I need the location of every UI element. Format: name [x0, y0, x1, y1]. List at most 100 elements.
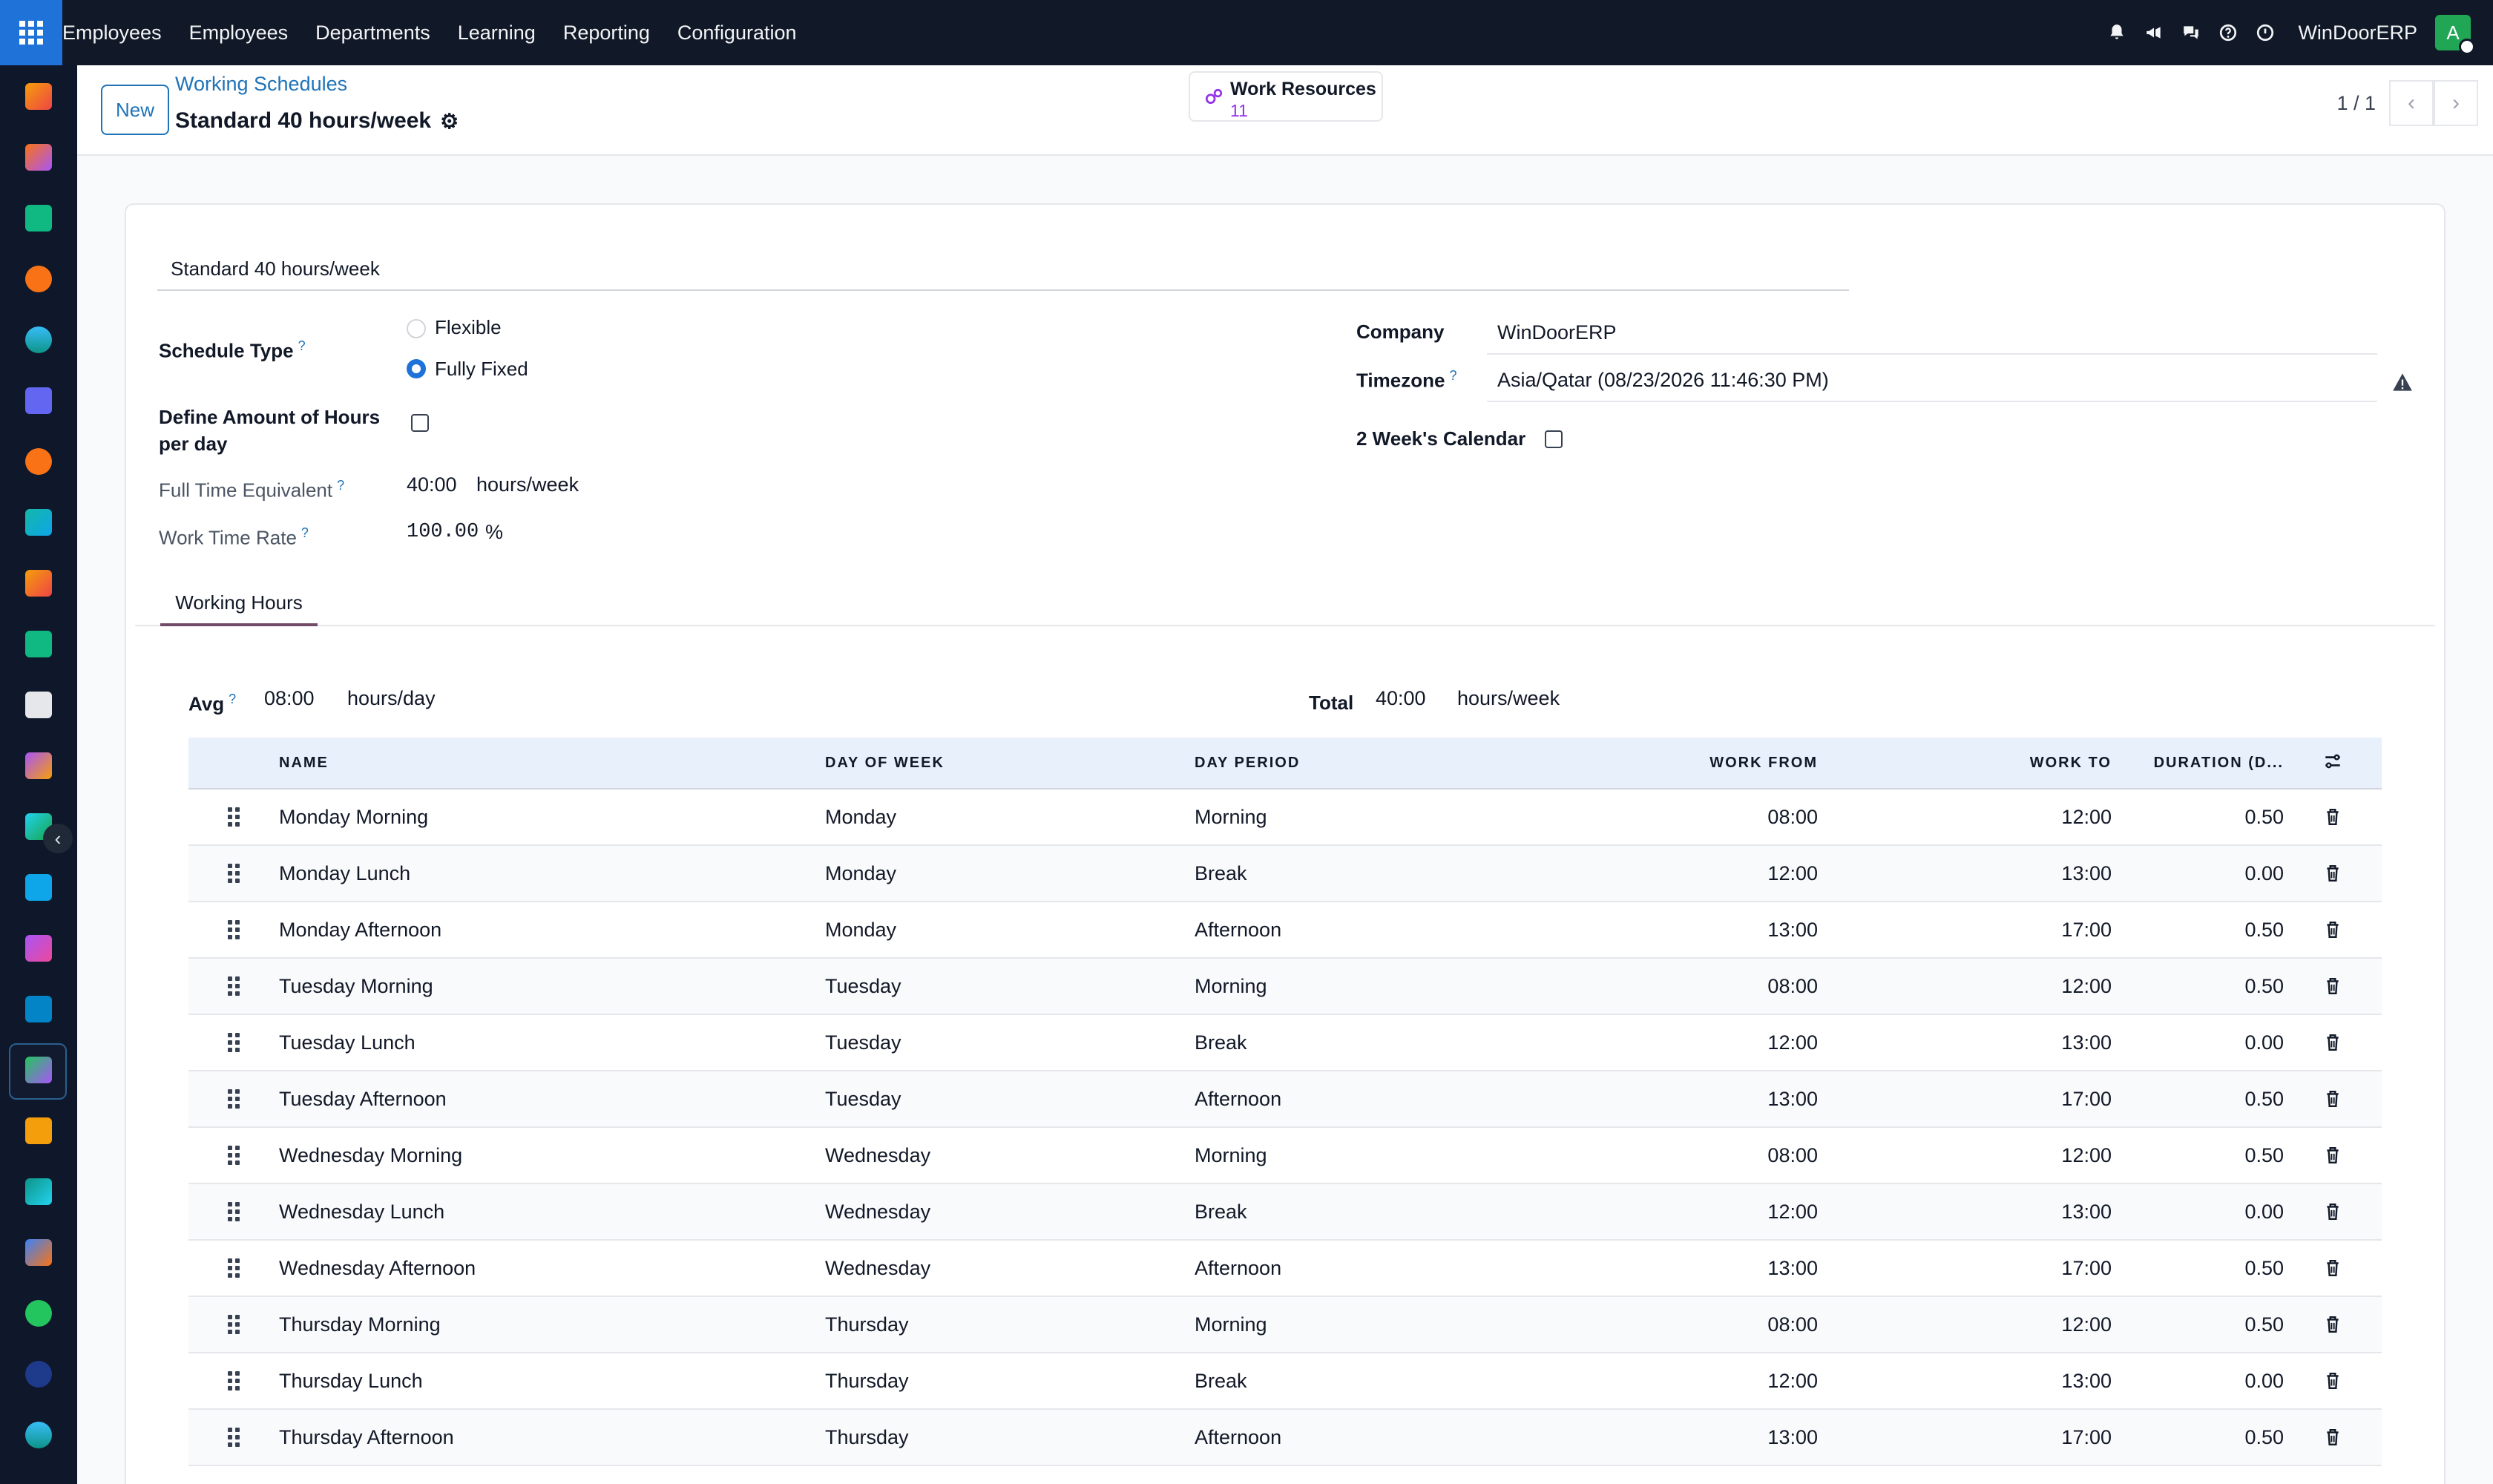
cell-name[interactable]: Tuesday Afternoon: [279, 1088, 825, 1111]
trash-icon[interactable]: [2284, 1259, 2382, 1277]
table-row[interactable]: Tuesday Morning Tuesday Morning 08:00 12:00 0…: [188, 959, 2382, 1015]
cell-day-period[interactable]: Afternoon: [1195, 1426, 1566, 1449]
cell-day-of-week[interactable]: Tuesday: [825, 1088, 1195, 1111]
cell-work-from[interactable]: 08:00: [1566, 806, 1818, 829]
table-row[interactable]: Tuesday Lunch Tuesday Break 12:00 13:00 0.00: [188, 1015, 2382, 1071]
cell-duration[interactable]: 0.50: [2112, 919, 2284, 942]
table-row[interactable]: Thursday Lunch Thursday Break 12:00 13:00 0.0…: [188, 1353, 2382, 1410]
cell-day-period[interactable]: Morning: [1195, 1144, 1566, 1167]
app-icon-website[interactable]: [25, 326, 52, 353]
define-hours-checkbox[interactable]: [411, 414, 429, 432]
app-icon-apps[interactable]: [25, 1239, 52, 1266]
schedule-name-input[interactable]: Standard 40 hours/week: [157, 248, 1849, 291]
cell-name[interactable]: Thursday Lunch: [279, 1370, 825, 1393]
cell-work-to[interactable]: 12:00: [1818, 1144, 2112, 1167]
column-header-day-period[interactable]: DAY PERIOD: [1195, 755, 1566, 772]
app-icon-expenses[interactable]: [25, 996, 52, 1022]
cell-day-period[interactable]: Afternoon: [1195, 1257, 1566, 1280]
cell-work-to[interactable]: 13:00: [1818, 862, 2112, 885]
help-tooltip-mark[interactable]: ?: [337, 478, 344, 493]
app-icon-crm[interactable]: [25, 266, 52, 292]
cell-work-to[interactable]: 12:00: [1818, 975, 2112, 998]
company-field[interactable]: WinDoorERP: [1487, 312, 2377, 355]
trash-icon[interactable]: [2284, 1316, 2382, 1333]
timezone-field[interactable]: Asia/Qatar (08/23/2026 11:46:30 PM): [1487, 359, 2377, 402]
drag-handle-icon[interactable]: [188, 1146, 279, 1165]
table-row[interactable]: Wednesday Lunch Wednesday Break 12:00 13:00 0…: [188, 1184, 2382, 1241]
drag-handle-icon[interactable]: [188, 1315, 279, 1334]
cell-work-from[interactable]: 13:00: [1566, 919, 1818, 942]
table-row[interactable]: Tuesday Afternoon Tuesday Afternoon 13:00 17…: [188, 1071, 2382, 1128]
cell-name[interactable]: Thursday Morning: [279, 1313, 825, 1336]
cell-work-from[interactable]: 12:00: [1566, 1370, 1818, 1393]
cell-work-from[interactable]: 12:00: [1566, 1031, 1818, 1054]
column-header-name[interactable]: NAME: [279, 755, 825, 772]
app-icon-website-2[interactable]: [25, 1422, 52, 1448]
cell-duration[interactable]: 0.50: [2112, 1088, 2284, 1111]
menu-item-departments[interactable]: Departments: [315, 22, 430, 45]
cell-work-to[interactable]: 17:00: [1818, 919, 2112, 942]
cell-day-period[interactable]: Break: [1195, 1031, 1566, 1054]
trash-icon[interactable]: [2284, 1372, 2382, 1390]
cell-day-period[interactable]: Morning: [1195, 975, 1566, 998]
drag-handle-icon[interactable]: [188, 1371, 279, 1391]
menu-brand-employees[interactable]: Employees: [62, 22, 162, 45]
app-icon-invoicing[interactable]: [25, 509, 52, 536]
cell-day-of-week[interactable]: Tuesday: [825, 1031, 1195, 1054]
cell-duration[interactable]: 0.50: [2112, 1426, 2284, 1449]
cell-day-of-week[interactable]: Wednesday: [825, 1257, 1195, 1280]
pager-next-button[interactable]: ›: [2434, 80, 2478, 126]
cell-day-period[interactable]: Break: [1195, 862, 1566, 885]
table-row[interactable]: Thursday Afternoon Thursday Afternoon 13:00…: [188, 1410, 2382, 1466]
chat-icon[interactable]: [2181, 22, 2201, 43]
cell-work-from[interactable]: 13:00: [1566, 1088, 1818, 1111]
cell-day-period[interactable]: Break: [1195, 1370, 1566, 1393]
cell-day-of-week[interactable]: Wednesday: [825, 1201, 1195, 1224]
user-avatar[interactable]: A: [2435, 15, 2475, 55]
app-icon-surveys[interactable]: [25, 752, 52, 779]
drag-handle-icon[interactable]: [188, 807, 279, 827]
work-resources-button[interactable]: Work Resources 11: [1189, 71, 1383, 122]
app-icon-dashboard[interactable]: [25, 83, 52, 110]
drag-handle-icon[interactable]: [188, 976, 279, 996]
cell-duration[interactable]: 0.50: [2112, 806, 2284, 829]
sidebar-collapse-button[interactable]: ‹: [43, 824, 73, 853]
cell-duration[interactable]: 0.00: [2112, 1370, 2284, 1393]
drag-handle-icon[interactable]: [188, 1258, 279, 1278]
trash-icon[interactable]: [2284, 1090, 2382, 1108]
cell-work-from[interactable]: 08:00: [1566, 1144, 1818, 1167]
megaphone-icon[interactable]: [2144, 22, 2164, 43]
cell-name[interactable]: Wednesday Afternoon: [279, 1257, 825, 1280]
radio-flexible[interactable]: [407, 319, 426, 338]
cell-day-of-week[interactable]: Monday: [825, 919, 1195, 942]
app-icon-work-schedules[interactable]: [25, 1057, 52, 1083]
column-header-duration[interactable]: DURATION (D...: [2112, 755, 2284, 772]
gear-icon[interactable]: ⚙: [440, 109, 459, 134]
help-icon[interactable]: [2218, 22, 2239, 43]
drag-handle-icon[interactable]: [188, 920, 279, 939]
cell-duration[interactable]: 0.50: [2112, 975, 2284, 998]
company-switcher[interactable]: WinDoorERP: [2298, 22, 2417, 45]
cell-day-period[interactable]: Afternoon: [1195, 1088, 1566, 1111]
app-icon-reports[interactable]: [25, 570, 52, 597]
cell-day-period[interactable]: Afternoon: [1195, 919, 1566, 942]
optional-columns-toggle[interactable]: [2284, 752, 2382, 775]
app-icon-whatsapp[interactable]: [25, 1300, 52, 1327]
table-row[interactable]: Thursday Morning Thursday Morning 08:00 12:0…: [188, 1297, 2382, 1353]
column-header-work-to[interactable]: WORK TO: [1818, 755, 2112, 772]
pager-previous-button[interactable]: ‹: [2389, 80, 2434, 126]
cell-duration[interactable]: 0.00: [2112, 1031, 2284, 1054]
radio-fully-fixed[interactable]: [407, 359, 426, 378]
cell-work-to[interactable]: 13:00: [1818, 1031, 2112, 1054]
cell-work-to[interactable]: 13:00: [1818, 1201, 2112, 1224]
menu-item-employees[interactable]: Employees: [189, 22, 289, 45]
cell-work-to[interactable]: 17:00: [1818, 1257, 2112, 1280]
cell-day-period[interactable]: Morning: [1195, 1313, 1566, 1336]
cell-work-from[interactable]: 13:00: [1566, 1426, 1818, 1449]
column-header-day-of-week[interactable]: DAY OF WEEK: [825, 755, 1195, 772]
cell-name[interactable]: Tuesday Morning: [279, 975, 825, 998]
menu-item-configuration[interactable]: Configuration: [677, 22, 797, 45]
apps-menu-button[interactable]: [0, 0, 62, 65]
cell-name[interactable]: Tuesday Lunch: [279, 1031, 825, 1054]
drag-handle-icon[interactable]: [188, 1202, 279, 1221]
